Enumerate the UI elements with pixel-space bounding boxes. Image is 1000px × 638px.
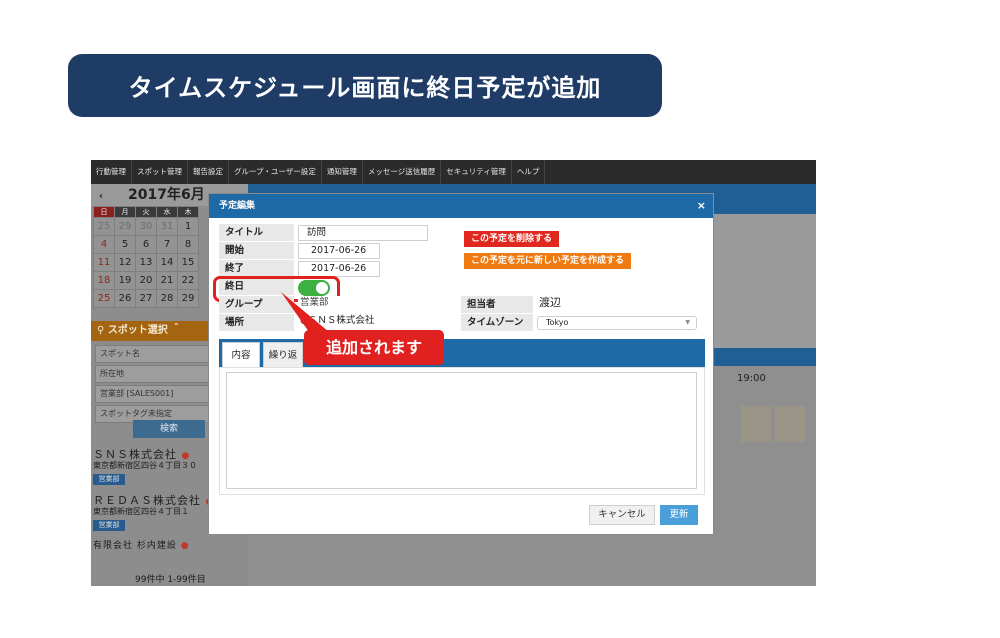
app-screenshot: 行動管理 スポット管理 報告設定 グループ・ユーザー設定 通知管理 メッセージ送… (91, 160, 816, 586)
callout-label: 追加されます (304, 330, 444, 365)
callout-pointer (281, 292, 329, 332)
page-title-banner: タイムスケジュール画面に終日予定が追加 (68, 54, 662, 117)
